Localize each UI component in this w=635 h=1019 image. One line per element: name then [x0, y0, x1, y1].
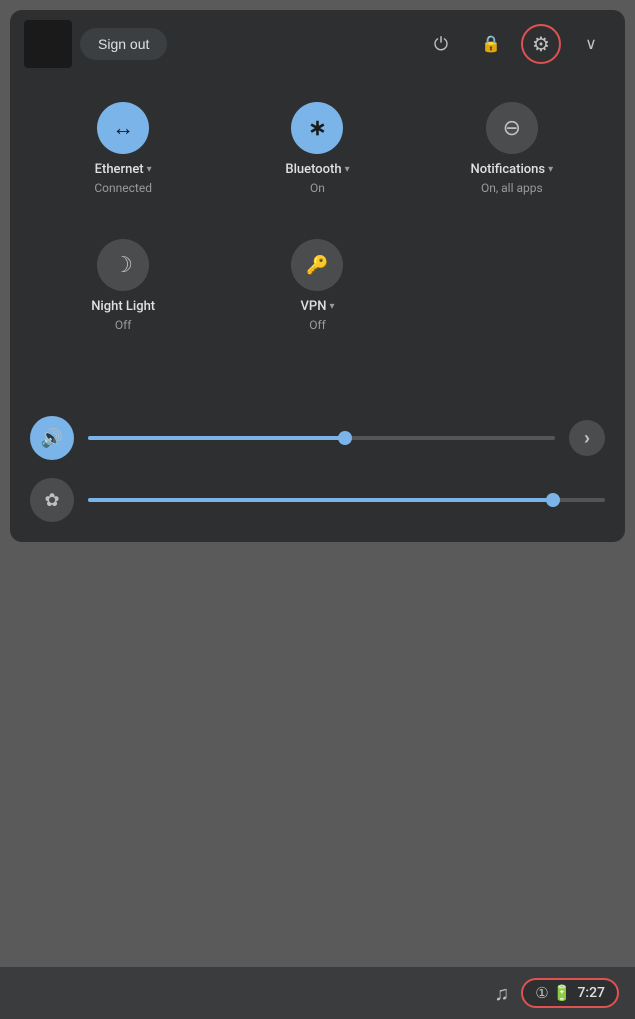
brightness-slider-row: ✿	[30, 478, 605, 522]
brightness-icon: ✿	[44, 490, 59, 511]
panel-wrapper: Sign out 🔒 ∨ ↔	[0, 0, 635, 1019]
tiles-grid-row1: ↔ Ethernet ▾ Connected ∗ Bluetooth ▾ On	[10, 78, 625, 223]
spacer	[10, 360, 625, 400]
power-button[interactable]	[421, 24, 461, 64]
taskbar-status-group[interactable]: ① 🔋 7:27	[521, 978, 619, 1008]
volume-slider-row: 🔊 ›	[30, 416, 605, 460]
vpn-dropdown-arrow: ▾	[329, 301, 334, 312]
ethernet-sublabel: Connected	[94, 181, 152, 195]
notification-badge-icon: ①	[535, 984, 548, 1002]
ethernet-label-text: Ethernet	[95, 162, 144, 177]
header-icons: 🔒 ∨	[421, 24, 611, 64]
chevron-down-icon: ∨	[585, 34, 597, 54]
bluetooth-dropdown-arrow: ▾	[345, 164, 350, 175]
volume-fill	[88, 436, 345, 440]
brightness-button[interactable]: ✿	[30, 478, 74, 522]
night-light-tile[interactable]: ☽ Night Light Off	[26, 223, 220, 344]
notifications-label: Notifications ▾	[471, 162, 554, 177]
volume-expand-button[interactable]: ›	[569, 420, 605, 456]
ethernet-label: Ethernet ▾	[95, 162, 152, 177]
battery-icon: 🔋	[553, 984, 572, 1002]
volume-thumb[interactable]	[338, 431, 352, 445]
night-light-icon: ☽	[113, 253, 133, 278]
collapse-button[interactable]: ∨	[571, 24, 611, 64]
bluetooth-icon: ∗	[308, 116, 326, 141]
bluetooth-tile[interactable]: ∗ Bluetooth ▾ On	[220, 86, 414, 207]
expand-icon: ›	[584, 428, 590, 449]
night-light-icon-bg: ☽	[97, 239, 149, 291]
vpn-label: VPN ▾	[301, 299, 335, 314]
ethernet-dropdown-arrow: ▾	[147, 164, 152, 175]
notifications-icon-bg: ⊖	[486, 102, 538, 154]
bluetooth-sublabel: On	[310, 181, 325, 195]
power-icon	[434, 34, 448, 55]
settings-button[interactable]	[521, 24, 561, 64]
notifications-dropdown-arrow: ▾	[548, 164, 553, 175]
vpn-tile[interactable]: 🔑 VPN ▾ Off	[220, 223, 414, 344]
vpn-sublabel: Off	[309, 318, 326, 332]
settings-icon	[532, 32, 550, 57]
quick-settings-panel: Sign out 🔒 ∨ ↔	[10, 10, 625, 542]
brightness-thumb[interactable]	[546, 493, 560, 507]
taskbar-status-icons: ① 🔋	[535, 984, 571, 1002]
notifications-icon: ⊖	[503, 116, 521, 141]
avatar	[24, 20, 72, 68]
lock-button[interactable]: 🔒	[471, 24, 511, 64]
volume-slider-container[interactable]	[88, 436, 555, 440]
header-row: Sign out 🔒 ∨	[10, 10, 625, 78]
ethernet-icon: ↔	[112, 115, 134, 141]
taskbar: ♫ ① 🔋 7:27	[0, 967, 635, 1019]
volume-icon: 🔊	[41, 428, 63, 449]
bluetooth-label-text: Bluetooth	[285, 162, 341, 177]
night-light-label: Night Light	[91, 299, 155, 314]
tiles-grid-row2: ☽ Night Light Off 🔑 VPN ▾ Off	[10, 223, 625, 360]
music-icon[interactable]: ♫	[494, 981, 509, 1006]
sliders-section: 🔊 › ✿	[10, 400, 625, 542]
vpn-icon: 🔑	[306, 255, 328, 276]
bluetooth-label: Bluetooth ▾	[285, 162, 349, 177]
volume-button[interactable]: 🔊	[30, 416, 74, 460]
notifications-tile[interactable]: ⊖ Notifications ▾ On, all apps	[415, 86, 609, 207]
ethernet-tile[interactable]: ↔ Ethernet ▾ Connected	[26, 86, 220, 207]
ethernet-icon-bg: ↔	[97, 102, 149, 154]
brightness-slider-container[interactable]	[88, 498, 605, 502]
bluetooth-icon-bg: ∗	[291, 102, 343, 154]
empty-tile	[415, 223, 609, 344]
notifications-sublabel: On, all apps	[481, 181, 543, 195]
lock-icon: 🔒	[481, 34, 501, 54]
brightness-fill	[88, 498, 553, 502]
brightness-track	[88, 498, 605, 502]
sign-out-button[interactable]: Sign out	[80, 28, 167, 60]
notifications-label-text: Notifications	[471, 162, 546, 177]
taskbar-time: 7:27	[577, 985, 605, 1001]
vpn-icon-bg: 🔑	[291, 239, 343, 291]
night-light-label-text: Night Light	[91, 299, 155, 314]
night-light-sublabel: Off	[115, 318, 132, 332]
volume-track	[88, 436, 555, 440]
vpn-label-text: VPN	[301, 299, 327, 314]
